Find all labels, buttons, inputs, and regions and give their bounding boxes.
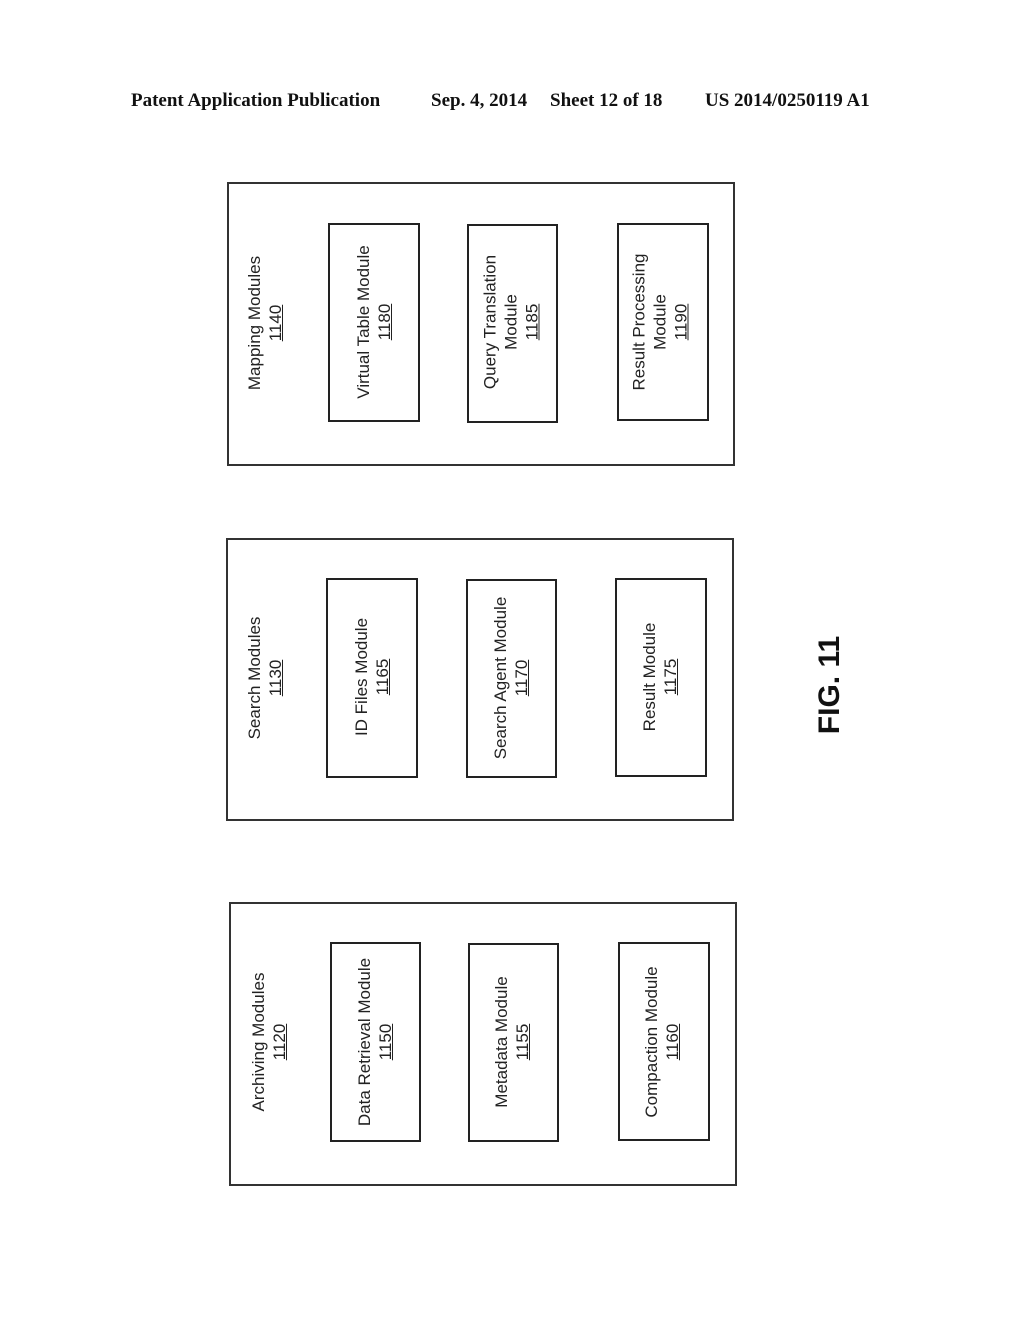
archiving-modules-label: Archiving Modules 1120 — [249, 972, 289, 1112]
patent-number: US 2014/0250119 A1 — [705, 90, 870, 111]
search-agent-module-label: Search Agent Module 1170 — [491, 596, 531, 760]
virtual-table-module-label: Virtual Table Module 1180 — [354, 245, 394, 399]
query-translation-module-label: Query Translation Module 1185 — [480, 254, 542, 390]
publication-title: Patent Application Publication — [131, 90, 381, 111]
mapping-modules-label: Mapping Modules 1140 — [245, 255, 285, 391]
compaction-module-label: Compaction Module 1160 — [642, 966, 682, 1118]
data-retrieval-module-label: Data Retrieval Module 1150 — [355, 957, 395, 1127]
metadata-module-label: Metadata Module 1155 — [492, 976, 532, 1108]
publication-date: Sep. 4, 2014 — [431, 90, 528, 111]
id-files-module-label: ID Files Module 1165 — [352, 617, 392, 737]
figure-label: FIG. 11 — [813, 635, 846, 735]
sheet-number: Sheet 12 of 18 — [550, 90, 663, 111]
result-module-label: Result Module 1175 — [640, 622, 680, 732]
result-processing-module-label: Result Processing Module 1190 — [629, 253, 691, 391]
search-modules-label: Search Modules 1130 — [245, 616, 285, 740]
